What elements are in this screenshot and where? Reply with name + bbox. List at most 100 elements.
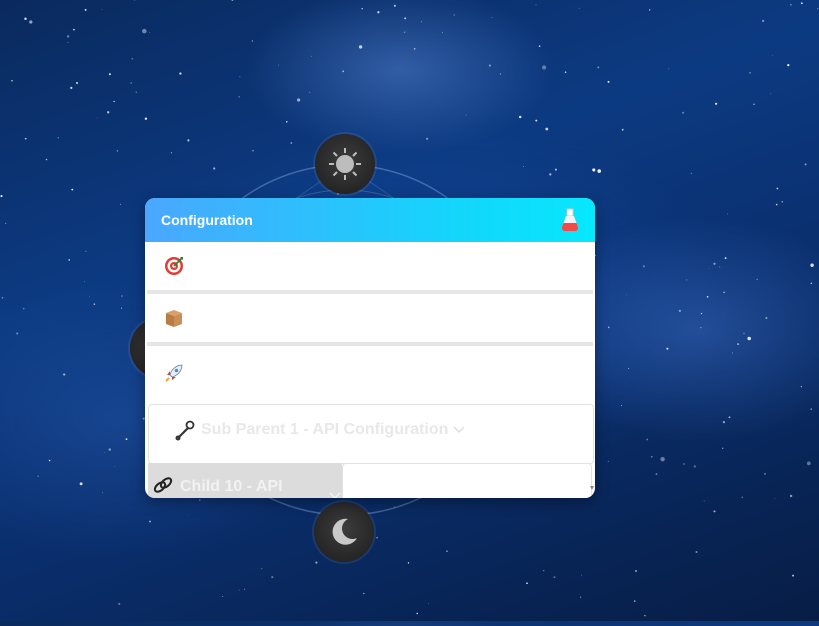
star: [810, 263, 814, 267]
star: [113, 100, 115, 103]
star: [0, 195, 3, 198]
star: [70, 86, 73, 90]
star: [358, 45, 363, 49]
star: [549, 173, 552, 176]
star: [67, 41, 69, 44]
star: [646, 438, 649, 441]
star: [804, 163, 807, 166]
list-item-box[interactable]: [147, 294, 593, 346]
panel-header: Configuration: [145, 198, 595, 242]
star: [413, 47, 416, 50]
star: [108, 448, 111, 451]
star: [792, 574, 795, 577]
star: [416, 612, 418, 615]
star: [772, 55, 773, 56]
star: [101, 492, 104, 494]
star: [594, 254, 597, 257]
star: [554, 168, 557, 171]
star: [564, 71, 567, 74]
star: [660, 456, 665, 462]
star: [693, 465, 696, 468]
star: [668, 68, 670, 70]
star: [713, 262, 716, 265]
star: [743, 332, 745, 334]
star: [66, 35, 70, 38]
star: [678, 309, 682, 312]
star: [592, 168, 596, 172]
star: [79, 482, 83, 486]
star: [810, 408, 813, 411]
star: [103, 452, 105, 453]
star: [690, 172, 692, 175]
star: [114, 466, 115, 468]
star: [309, 91, 311, 93]
star: [118, 602, 121, 605]
star: [700, 327, 702, 329]
star: [722, 420, 726, 424]
star: [120, 307, 122, 309]
star: [63, 373, 66, 376]
star: [634, 569, 638, 573]
scrollbar[interactable]: [589, 442, 595, 498]
child-content-box: [342, 463, 592, 498]
star: [57, 136, 60, 139]
list-item-target[interactable]: [147, 242, 593, 294]
star: [633, 600, 636, 602]
star: [607, 80, 610, 83]
star: [68, 259, 71, 261]
star: [749, 71, 751, 74]
star: [726, 213, 729, 215]
sun-orb[interactable]: [315, 134, 375, 194]
star: [607, 460, 609, 462]
star: [72, 28, 75, 31]
star: [580, 596, 582, 598]
star: [731, 352, 733, 354]
star: [683, 463, 685, 465]
child-item[interactable]: Child 10 - API Keys: [148, 463, 342, 498]
chevron-down-icon[interactable]: [452, 425, 466, 435]
star: [535, 4, 537, 6]
star: [578, 7, 580, 9]
star: [655, 473, 658, 476]
star: [715, 102, 718, 105]
sub-parent-label: Sub Parent 1 - API Configuration: [201, 421, 449, 438]
star: [142, 28, 147, 34]
star: [84, 281, 85, 282]
star: [251, 40, 254, 42]
star: [756, 278, 758, 281]
child-label: Child 10 - API Keys: [180, 478, 283, 498]
star: [708, 268, 710, 269]
star: [84, 8, 87, 11]
star: [621, 128, 624, 131]
chevron-down-icon[interactable]: [328, 491, 342, 498]
star: [741, 496, 744, 499]
list-item-rocket[interactable]: [147, 346, 593, 400]
star: [686, 279, 688, 281]
star: [553, 576, 556, 579]
star: [238, 589, 240, 591]
star: [628, 367, 630, 369]
star: [107, 111, 110, 114]
star: [231, 0, 234, 1]
star: [134, 0, 136, 1]
star: [116, 150, 118, 152]
star: [607, 326, 610, 329]
star: [542, 65, 547, 70]
star: [222, 596, 224, 597]
star: [728, 416, 731, 419]
star: [787, 63, 790, 67]
link-icon: [153, 477, 173, 493]
star: [101, 9, 103, 10]
moon-orb[interactable]: [314, 502, 374, 562]
star: [724, 257, 727, 260]
star: [5, 222, 7, 225]
star: [428, 603, 429, 605]
star: [499, 73, 502, 75]
star: [363, 592, 365, 595]
flask-icon[interactable]: [560, 208, 580, 232]
star: [626, 294, 627, 296]
star: [491, 16, 493, 18]
sub-parent-item[interactable]: Sub Parent 1 - API Configuration: [148, 404, 594, 464]
star: [650, 455, 653, 458]
star: [703, 500, 705, 502]
